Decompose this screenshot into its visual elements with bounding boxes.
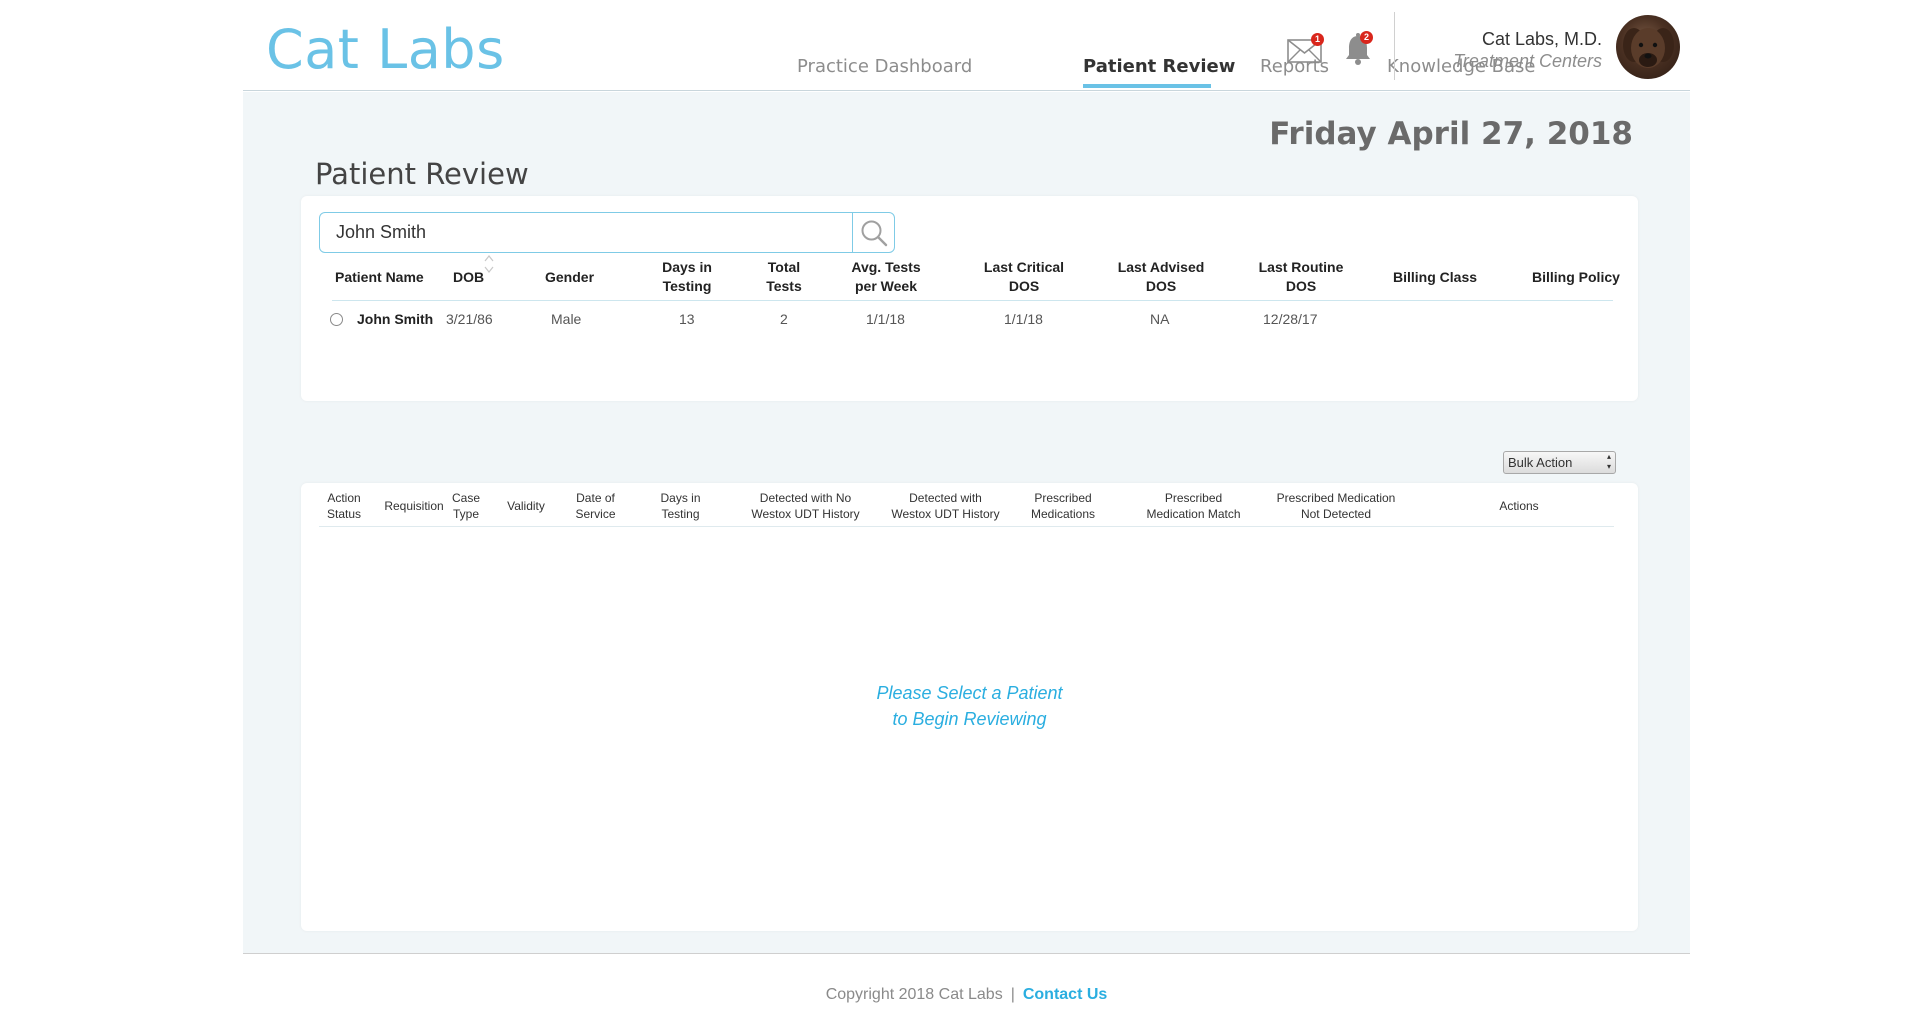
contact-us-link[interactable]: Contact Us [1023,986,1107,1003]
col-prescribed-medications: Prescribed Medications [1030,491,1096,521]
col-billing-class: Billing Class [1393,269,1478,285]
page-title: Patient Review [315,157,529,191]
current-date: Friday April 27, 2018 [1269,116,1633,152]
col-last-routine-dos: Last Routine DOS [1258,259,1344,294]
cell-patient-name[interactable]: John Smith [357,311,433,327]
empty-line-1: Please Select a Patient [876,683,1063,703]
search-box [319,212,895,253]
col-prescribed-medication-match: Prescribed Medication Match [1146,491,1241,521]
main-content: Friday April 27, 2018 Patient Review Pat… [243,92,1690,953]
col-billing-policy: Billing Policy [1532,269,1620,285]
search-button[interactable] [852,213,894,252]
footer-divider [243,953,1690,954]
bell-badge: 2 [1360,31,1373,44]
col-action-status: Action Status [326,491,362,521]
col-days-in-testing-2: Days in Testing [660,491,701,521]
select-patient-radio[interactable] [330,313,343,326]
col-days-in-testing: Days in Testing [662,259,712,294]
col-validity: Validity [507,499,545,513]
col-date-of-service: Date of Service [575,491,616,521]
col-gender: Gender [545,269,595,285]
col-detected-no-history: Detected with No Westox UDT History [751,491,860,521]
review-header-divider [319,526,1614,527]
top-header: Cat Labs Practice Dashboard Patient Revi… [243,0,1690,91]
col-prescribed-not-detected: Prescribed Medication Not Detected [1276,491,1396,521]
empty-line-2: to Begin Reviewing [892,709,1047,729]
col-requisition: Requisition [384,499,444,513]
cell-last-routine-dos: 12/28/17 [1263,311,1318,327]
bell-icon[interactable]: 2 [1343,31,1373,66]
nav-patient-review[interactable]: Patient Review [1083,56,1235,77]
mail-badge: 1 [1311,33,1324,46]
col-dob: DOB [453,269,485,285]
footer-separator: | [1010,986,1015,1003]
col-patient-name[interactable]: Patient Name [335,268,424,287]
table-header-divider [332,300,1613,301]
col-avg-tests: Avg. Tests per Week [851,259,921,294]
col-last-critical-dos: Last Critical DOS [983,259,1065,294]
nav-active-indicator [1083,84,1211,88]
user-organization: Treatment Centers [1453,51,1602,71]
sort-icon[interactable] [484,253,494,275]
cell-avg-tests: 1/1/18 [866,311,905,327]
user-name: Cat Labs, M.D. [1481,29,1602,49]
cell-last-critical-dos: 1/1/18 [1004,311,1043,327]
col-last-advised-dos: Last Advised DOS [1117,259,1205,294]
mail-icon[interactable]: 1 [1287,33,1324,63]
cell-gender: Male [551,311,582,327]
bulk-action-select[interactable]: Bulk Action ▴ ▾ [1503,451,1616,474]
cell-total-tests: 2 [780,311,788,327]
patient-search-card: Patient Name DOB Gender Days in Testing … [301,196,1638,401]
avatar[interactable] [1616,15,1680,79]
search-icon [861,220,887,246]
patient-search-input[interactable] [320,213,852,252]
select-arrows-icon: ▴ ▾ [1606,452,1611,471]
col-total-tests: Total Tests [766,259,802,294]
brand-logo[interactable]: Cat Labs [266,18,505,81]
cell-dob: 3/21/86 [446,311,493,327]
footer: Copyright 2018 Cat Labs | Contact Us [243,986,1690,1004]
copyright-text: Copyright 2018 Cat Labs [825,986,1003,1003]
nav-practice-dashboard[interactable]: Practice Dashboard [797,56,972,77]
col-detected-with-history: Detected with Westox UDT History [891,491,1000,521]
empty-state-message: Please Select a Patient to Begin Reviewi… [301,680,1638,732]
cell-days-in-testing: 13 [679,311,695,327]
cell-last-advised-dos: NA [1150,311,1170,327]
review-results-card: Action Status Requisition Case Type Vali… [301,483,1638,931]
app-frame: Cat Labs Practice Dashboard Patient Revi… [243,0,1690,1024]
col-actions: Actions [1499,499,1539,513]
col-case-type: Case Type [451,491,480,521]
header-divider [1394,12,1395,80]
